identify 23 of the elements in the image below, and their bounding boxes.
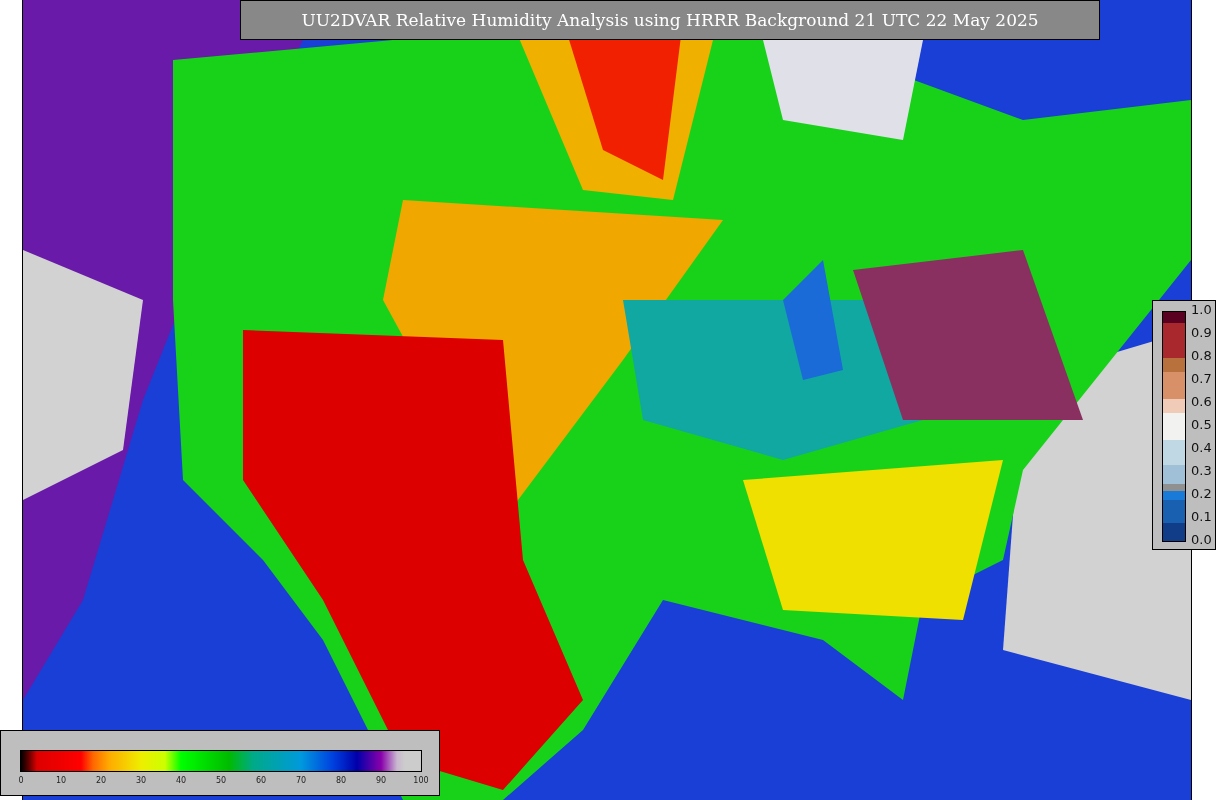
tick-label: 10 xyxy=(54,776,68,785)
tick-label: 0.4 xyxy=(1191,441,1212,455)
tick-label: 50 xyxy=(214,776,228,785)
tick-label: 0.5 xyxy=(1191,418,1212,432)
tick-label: 0.1 xyxy=(1191,510,1212,524)
tick-label: 1.0 xyxy=(1191,303,1212,317)
tick-label: 40 xyxy=(174,776,188,785)
tick-label: 90 xyxy=(374,776,388,785)
tick-label: 0 xyxy=(17,776,25,785)
tick-label: 0.0 xyxy=(1191,533,1212,547)
tick-label: 0.2 xyxy=(1191,487,1212,501)
tick-label: 0.6 xyxy=(1191,395,1212,409)
tick-label: 100 xyxy=(412,776,430,785)
map-title: UU2DVAR Relative Humidity Analysis using HRRR Background 21 UTC 22 May 2025 xyxy=(240,0,1100,40)
tick-label: 30 xyxy=(134,776,148,785)
tick-label: 0.8 xyxy=(1191,349,1212,363)
tick-label: 70 xyxy=(294,776,308,785)
tick-label: 0.7 xyxy=(1191,372,1212,386)
tick-label: 60 xyxy=(254,776,268,785)
tick-label: 20 xyxy=(94,776,108,785)
tick-label: 0.9 xyxy=(1191,326,1212,340)
tick-label: 0.3 xyxy=(1191,464,1212,478)
tick-label: 80 xyxy=(334,776,348,785)
